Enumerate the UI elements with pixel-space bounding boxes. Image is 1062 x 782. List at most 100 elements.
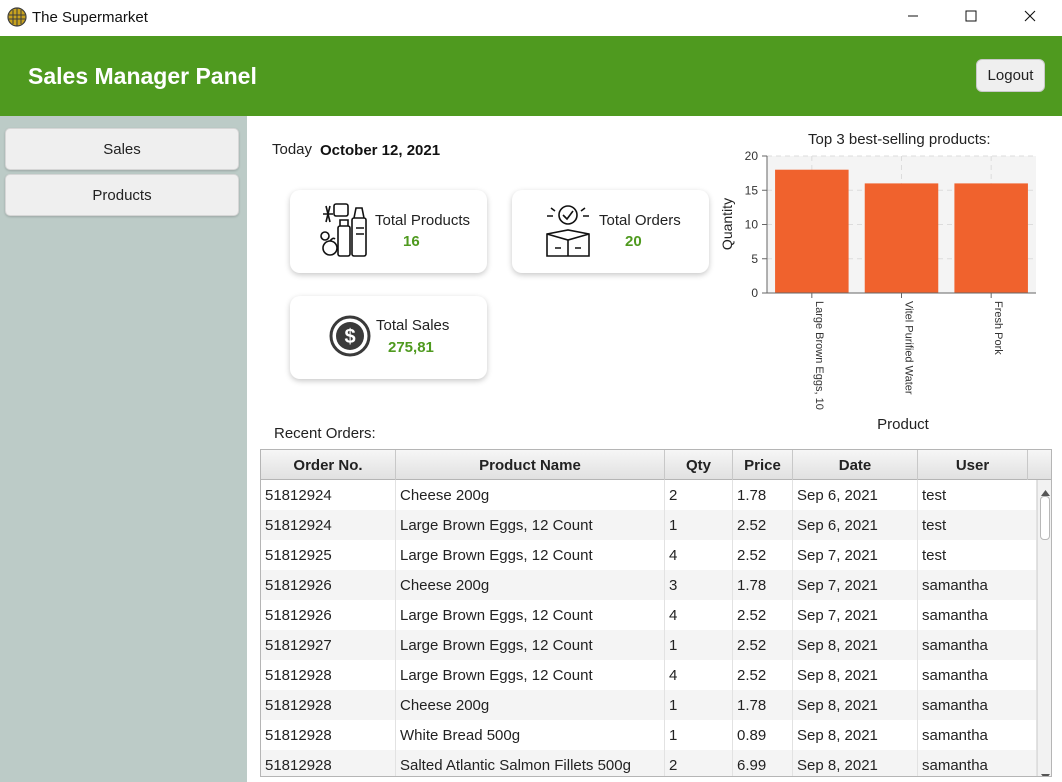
- cell-date: Sep 8, 2021: [793, 690, 918, 720]
- x-tick-label: Fresh Pork: [992, 301, 1004, 355]
- table-row[interactable]: 51812928 Cheese 200g 1 1.78 Sep 8, 2021 saman…: [261, 690, 1037, 720]
- cell-order-no: 51812926: [261, 600, 396, 630]
- cell-qty: 4: [665, 600, 733, 630]
- cell-price: 2.52: [733, 660, 793, 690]
- y-tick-label: 10: [745, 218, 759, 232]
- y-tick-label: 15: [745, 183, 759, 197]
- column-header-date[interactable]: Date: [793, 450, 918, 480]
- cell-user: samantha: [918, 720, 1037, 750]
- cell-order-no: 51812928: [261, 720, 396, 750]
- panel-title: Sales Manager Panel: [28, 63, 257, 89]
- cell-product-name: Cheese 200g: [396, 570, 665, 600]
- cell-qty: 4: [665, 660, 733, 690]
- table-row[interactable]: 51812924 Cheese 200g 2 1.78 Sep 6, 2021 test: [261, 480, 1037, 510]
- close-button[interactable]: [1007, 0, 1053, 36]
- total-products-value: 16: [403, 233, 420, 250]
- bar[interactable]: [864, 183, 939, 293]
- delivery-box-icon: [543, 202, 593, 265]
- total-sales-card: $ Total Sales 275,81: [290, 296, 487, 379]
- cell-date: Sep 7, 2021: [793, 600, 918, 630]
- table-row[interactable]: 51812928 Large Brown Eggs, 12 Count 4 2.52 S…: [261, 660, 1037, 690]
- scroll-down-icon[interactable]: [1041, 767, 1050, 776]
- cell-date: Sep 8, 2021: [793, 660, 918, 690]
- cell-user: samantha: [918, 600, 1037, 630]
- cell-price: 2.52: [733, 510, 793, 540]
- sidebar-item-sales[interactable]: Sales: [5, 128, 239, 170]
- dollar-coin-icon: $: [328, 314, 372, 363]
- total-sales-label: Total Sales: [376, 317, 450, 334]
- cell-user: samantha: [918, 750, 1037, 776]
- cell-price: 1.78: [733, 480, 793, 510]
- cell-product-name: Large Brown Eggs, 12 Count: [396, 540, 665, 570]
- x-axis-label: Product: [877, 416, 930, 433]
- table-row[interactable]: 51812928 Salted Atlantic Salmon Fillets 5…: [261, 750, 1037, 776]
- cell-order-no: 51812925: [261, 540, 396, 570]
- cell-user: test: [918, 510, 1037, 540]
- svg-text:$: $: [344, 326, 355, 348]
- table-row[interactable]: 51812927 Large Brown Eggs, 12 Count 1 2.52 S…: [261, 630, 1037, 660]
- best-sellers-chart: 0 5 10 15 20 Large Brown Eggs, 10 Vitel Purifi…: [719, 149, 1036, 433]
- column-header-order-no[interactable]: Order No.: [261, 450, 396, 480]
- total-orders-label: Total Orders: [599, 212, 681, 229]
- table-body: 51812924 Cheese 200g 2 1.78 Sep 6, 2021 test 5…: [261, 480, 1037, 776]
- sidebar-item-products[interactable]: Products: [5, 174, 239, 216]
- total-orders-value: 20: [625, 233, 642, 250]
- today-date: October 12, 2021: [320, 142, 441, 159]
- scrollbar-thumb[interactable]: [1040, 496, 1050, 540]
- cell-order-no: 51812926: [261, 570, 396, 600]
- cell-order-no: 51812928: [261, 690, 396, 720]
- title-bar: The Supermarket: [0, 0, 1062, 36]
- table-row[interactable]: 51812926 Large Brown Eggs, 12 Count 4 2.52 S…: [261, 600, 1037, 630]
- table-row[interactable]: 51812926 Cheese 200g 3 1.78 Sep 7, 2021 saman…: [261, 570, 1037, 600]
- cell-user: samantha: [918, 630, 1037, 660]
- table-header: Order No. Product Name Qty Price Date Us…: [261, 450, 1051, 480]
- cell-order-no: 51812924: [261, 480, 396, 510]
- cell-product-name: Salted Atlantic Salmon Fillets 500g: [396, 750, 665, 776]
- cell-price: 0.89: [733, 720, 793, 750]
- cell-date: Sep 7, 2021: [793, 570, 918, 600]
- cell-price: 2.52: [733, 630, 793, 660]
- cell-user: samantha: [918, 690, 1037, 720]
- cell-qty: 1: [665, 690, 733, 720]
- cell-product-name: Large Brown Eggs, 12 Count: [396, 510, 665, 540]
- cell-price: 1.78: [733, 570, 793, 600]
- cell-qty: 1: [665, 510, 733, 540]
- table-row[interactable]: 51812928 White Bread 500g 1 0.89 Sep 8, 2021…: [261, 720, 1037, 750]
- cell-qty: 3: [665, 570, 733, 600]
- today-label: Today: [272, 141, 313, 158]
- groceries-icon: [320, 202, 372, 267]
- cell-date: Sep 6, 2021: [793, 480, 918, 510]
- table-row[interactable]: 51812924 Large Brown Eggs, 12 Count 1 2.52 S…: [261, 510, 1037, 540]
- recent-orders-label: Recent Orders:: [274, 425, 376, 442]
- bar[interactable]: [954, 183, 1028, 293]
- minimize-icon: [907, 9, 919, 27]
- logout-button[interactable]: Logout: [976, 59, 1045, 92]
- cell-qty: 2: [665, 750, 733, 776]
- cell-price: 6.99: [733, 750, 793, 776]
- table-row[interactable]: 51812925 Large Brown Eggs, 12 Count 4 2.52 S…: [261, 540, 1037, 570]
- x-tick-label: Large Brown Eggs, 10: [813, 301, 825, 410]
- table-scrollbar[interactable]: [1037, 480, 1051, 776]
- cell-order-no: 51812928: [261, 750, 396, 776]
- column-header-qty[interactable]: Qty: [665, 450, 733, 480]
- column-header-price[interactable]: Price: [733, 450, 793, 480]
- cell-product-name: Cheese 200g: [396, 690, 665, 720]
- cell-order-no: 51812924: [261, 510, 396, 540]
- cell-order-no: 51812928: [261, 660, 396, 690]
- maximize-icon: [965, 9, 977, 27]
- maximize-button[interactable]: [948, 0, 994, 36]
- cell-product-name: Large Brown Eggs, 12 Count: [396, 660, 665, 690]
- minimize-button[interactable]: [890, 0, 936, 36]
- column-header-product-name[interactable]: Product Name: [396, 450, 665, 480]
- total-products-label: Total Products: [375, 212, 471, 229]
- bar[interactable]: [775, 169, 849, 293]
- column-header-user[interactable]: User: [918, 450, 1028, 480]
- cell-qty: 1: [665, 720, 733, 750]
- y-tick-label: 20: [745, 149, 759, 163]
- y-tick-label: 5: [751, 252, 758, 266]
- cell-date: Sep 8, 2021: [793, 750, 918, 776]
- close-icon: [1024, 9, 1036, 27]
- cell-date: Sep 8, 2021: [793, 720, 918, 750]
- cell-product-name: White Bread 500g: [396, 720, 665, 750]
- cell-price: 1.78: [733, 690, 793, 720]
